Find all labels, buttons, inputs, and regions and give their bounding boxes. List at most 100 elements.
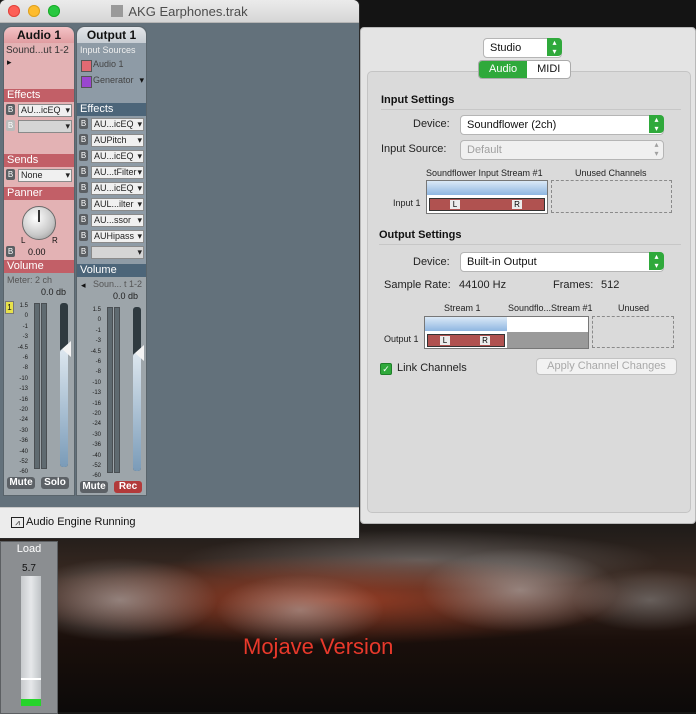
input-source-select[interactable]: Default ▴ ▾: [460, 140, 664, 160]
bypass-button[interactable]: B: [79, 134, 88, 145]
send-popup[interactable]: None: [18, 169, 72, 182]
bypass-button[interactable]: B: [79, 182, 88, 193]
level-meter-left: [34, 303, 40, 469]
bypass-button[interactable]: B: [79, 118, 88, 129]
document-icon: [111, 5, 124, 17]
speaker-icon: ◂: [81, 280, 86, 290]
meter-scale-tick: -40: [19, 448, 28, 455]
effect-slot[interactable]: B: [77, 244, 146, 260]
bypass-button[interactable]: B: [79, 166, 88, 177]
output-device-select[interactable]: Built-in Output ▴ ▾: [460, 252, 664, 272]
input-settings-title: Input Settings: [381, 94, 455, 106]
effect-popup[interactable]: AU...icEQ: [91, 118, 144, 131]
pan-bypass-button[interactable]: B: [6, 246, 15, 257]
input-source-value: Default: [467, 144, 502, 156]
effect-popup[interactable]: AUPitch: [91, 134, 144, 147]
bypass-button[interactable]: B: [79, 246, 88, 257]
volume-area: Meter: 2 ch 0.0 db 1 1.5 0 -1 -3 -4.5 -6 -8 -10…: [4, 273, 74, 495]
window-title-text: AKG Earphones.trak: [128, 4, 248, 19]
bypass-button[interactable]: B: [79, 198, 88, 209]
effect-popup[interactable]: [18, 120, 72, 133]
solo-button[interactable]: Solo: [41, 477, 69, 489]
left-channel-mark: L: [440, 336, 450, 345]
audio-midi-segmented-control[interactable]: Audio MIDI: [478, 60, 572, 79]
effect-popup[interactable]: AUHipass: [91, 230, 144, 243]
volume-fader-handle[interactable]: [135, 345, 144, 361]
send-slot[interactable]: B None: [4, 167, 74, 183]
effect-slot[interactable]: B AU...icEQ: [77, 180, 146, 196]
effect-slot[interactable]: B AUPitch: [77, 132, 146, 148]
play-icon[interactable]: ▸: [7, 57, 12, 68]
mute-button[interactable]: Mute: [7, 477, 35, 489]
tab-audio[interactable]: Audio: [479, 61, 528, 78]
level-meter-left: [107, 307, 113, 473]
effect-slot[interactable]: B AU...icEQ: [77, 116, 146, 132]
bypass-button[interactable]: B: [79, 150, 88, 161]
meter-scale-tick: -20: [19, 407, 28, 413]
frames-label: Frames:: [553, 279, 594, 291]
bypass-button[interactable]: B: [6, 104, 15, 115]
output-settings-title: Output Settings: [379, 229, 462, 241]
sends-list: B None: [4, 167, 74, 187]
effect-slot[interactable]: B AU...icEQ: [77, 148, 146, 164]
effect-popup[interactable]: AU...icEQ: [18, 104, 72, 117]
strip-name[interactable]: Audio 1: [4, 27, 74, 43]
effect-popup[interactable]: AU...ssor: [91, 214, 144, 227]
sample-rate-value: 44100 Hz: [459, 279, 507, 291]
apply-channel-changes-button[interactable]: Apply Channel Changes: [536, 358, 677, 375]
effect-popup[interactable]: AU...tFilter: [91, 166, 144, 179]
load-bar-fill: [21, 699, 41, 706]
source-name[interactable]: Sound...ut 1-2: [6, 45, 69, 56]
device-selector[interactable]: Studio ▴ ▾: [483, 38, 562, 58]
bypass-button[interactable]: B: [6, 120, 15, 131]
source-scroll-icon[interactable]: ▾: [139, 75, 144, 86]
link-channels-label: Link Channels: [397, 362, 467, 374]
effect-slot[interactable]: B AU...ssor: [77, 212, 146, 228]
input-source-item[interactable]: Audio 1: [77, 57, 146, 73]
chevron-updown-icon: ▴ ▾: [654, 140, 659, 158]
right-channel-mark: R: [480, 336, 490, 345]
meter-scale-tick: -8: [22, 365, 28, 372]
input-device-label: Device:: [413, 118, 450, 130]
link-channels-checkbox[interactable]: ✓: [380, 363, 392, 375]
effect-popup[interactable]: [91, 246, 144, 259]
input-sources-area: Input Sources Audio 1 Generator ▾: [77, 43, 146, 103]
bypass-button[interactable]: B: [79, 230, 88, 241]
pan-knob[interactable]: [22, 206, 56, 240]
input-source-item[interactable]: Generator ▾: [77, 73, 146, 89]
meter-scale-tick: 1.5: [19, 303, 28, 309]
db-readout: 0.0 db: [41, 287, 67, 297]
effect-popup[interactable]: AU...icEQ: [91, 150, 144, 163]
channel-strip-audio-1: Audio 1 Sound...ut 1-2 ▸ Effects B AU...i…: [3, 26, 75, 496]
meter-scale-tick: -16: [19, 396, 28, 403]
input-stream-box[interactable]: L R: [426, 180, 548, 214]
mute-button[interactable]: Mute: [80, 481, 108, 493]
bypass-button[interactable]: B: [79, 214, 88, 225]
effect-popup[interactable]: AU...icEQ: [91, 182, 144, 195]
effects-header: Effects: [4, 89, 74, 102]
input-channel-pair[interactable]: L R: [429, 198, 545, 211]
effect-popup[interactable]: AUL...ilter: [91, 198, 144, 211]
audio-settings-window: Studio ▴ ▾ Input Settings Device: Soundfl…: [360, 27, 696, 524]
effect-slot[interactable]: B AUL...ilter: [77, 196, 146, 212]
effect-slot[interactable]: B AU...icEQ: [4, 102, 74, 118]
frames-value: 512: [601, 279, 620, 291]
divider: [381, 109, 681, 110]
mixer-titlebar[interactable]: AKG Earphones.trak: [0, 0, 359, 23]
record-button[interactable]: Rec: [114, 481, 142, 493]
input-unused-box: [551, 180, 672, 213]
left-channel-mark: L: [450, 200, 460, 209]
output-stream1-header: Stream 1: [444, 303, 481, 313]
effect-slot[interactable]: B AU...tFilter: [77, 164, 146, 180]
tab-midi[interactable]: MIDI: [527, 61, 570, 78]
strip-name[interactable]: Output 1: [77, 27, 146, 43]
bypass-button[interactable]: B: [6, 169, 15, 180]
volume-fader-handle[interactable]: [62, 341, 71, 357]
effect-slot[interactable]: B: [4, 118, 74, 134]
meter-scale-tick: -30: [19, 427, 28, 434]
output-channel-pair[interactable]: L R: [427, 334, 505, 347]
input-device-select[interactable]: Soundflower (2ch) ▴ ▾: [460, 115, 664, 135]
output-stream-box[interactable]: L R: [424, 316, 589, 349]
effect-slot[interactable]: B AUHipass: [77, 228, 146, 244]
chevron-updown-icon: ▴ ▾: [649, 115, 664, 133]
